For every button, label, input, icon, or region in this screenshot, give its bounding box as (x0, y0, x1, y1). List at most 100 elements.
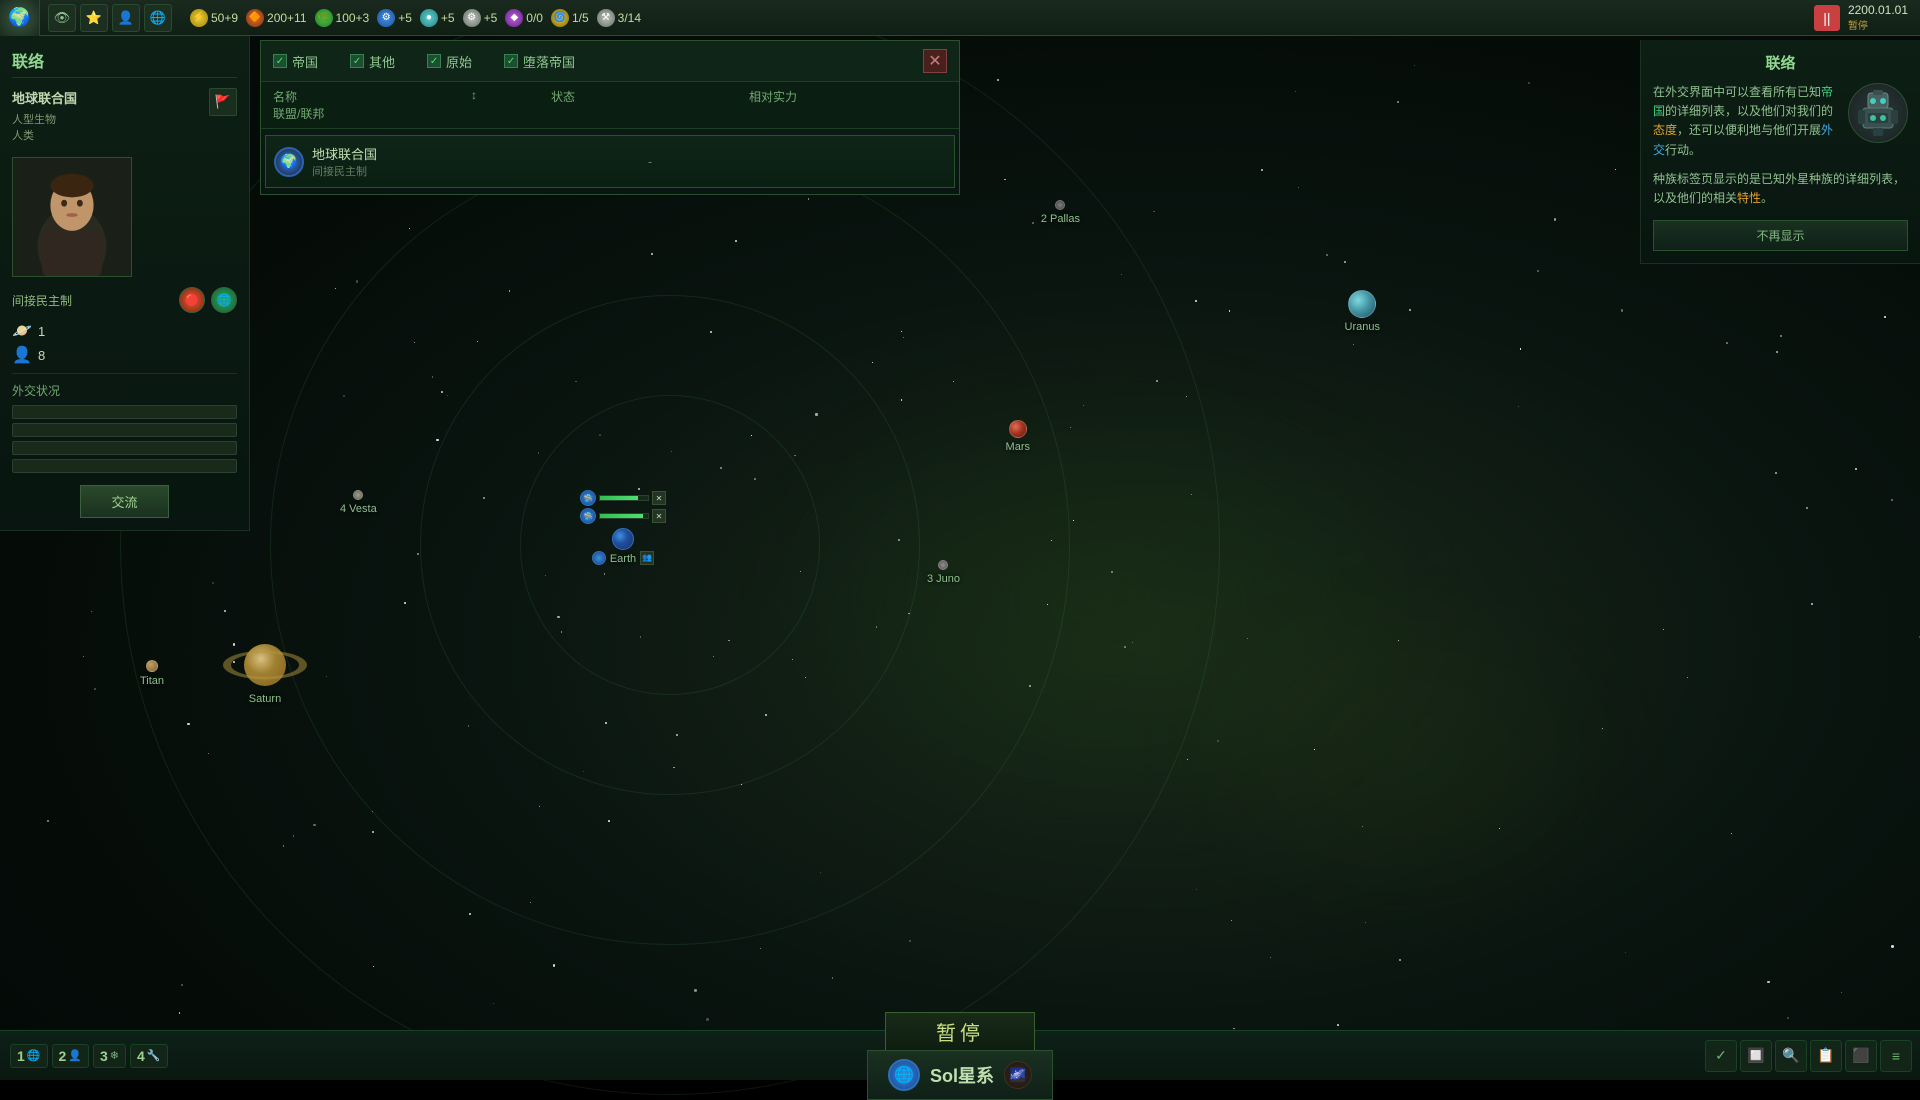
unit-health-bar-1 (599, 495, 649, 501)
species-name: 人类 (12, 127, 77, 143)
earth-label-row: Earth 👥 (592, 550, 654, 565)
col-alliance: 联盟/联邦 (273, 105, 471, 122)
pause-banner: 暂停 (885, 1012, 1035, 1050)
res-food: 🌿 100+3 (315, 9, 370, 27)
filter-empire[interactable]: ✓ 帝国 (273, 52, 318, 71)
bottom-group-4[interactable]: 4 🔧 (130, 1044, 168, 1068)
unity-value: 1/5 (572, 11, 589, 25)
right-panel-text2: 种族标签页显示的是已知外星种族的详细列表，以及他们的相关特性。 (1653, 170, 1908, 208)
consumer-icon: ● (420, 9, 438, 27)
diplo-status-title: 外交状况 (12, 373, 237, 399)
top-bar: 🌍 👁 ⭐ 👤 🌐 ⚡ 50+9 🔶 200+11 🌿 100+3 ⚙ +5 ●… (0, 0, 1920, 36)
bottom-group-1[interactable]: 1 🌐 (10, 1044, 48, 1068)
alloys-value: +5 (484, 11, 498, 25)
pallas-asteroid[interactable]: 2 Pallas (1041, 200, 1080, 225)
group-4-icon: 🔧 (147, 1049, 161, 1062)
empire-flag-2: 🌐 (211, 287, 237, 313)
titan-moon[interactable]: Titan (140, 660, 164, 687)
group-1-icon: 🌐 (27, 1049, 41, 1062)
table-row[interactable]: 🌍 地球联合国 间接民主制 - (265, 135, 955, 188)
earth-planet-body[interactable] (612, 528, 634, 550)
diplo-bar-1 (12, 405, 237, 419)
br-icon-6[interactable]: ≡ (1880, 1040, 1912, 1072)
minerals-icon: 🔶 (246, 9, 264, 27)
right-panel-avatar (1848, 83, 1908, 143)
diplo-empire-name: 地球联合国 (312, 144, 377, 163)
uranus-body (1348, 290, 1376, 318)
modal-close-button[interactable]: ✕ (923, 49, 947, 73)
diplomacy-modal: ✓ 帝国 ✓ 其他 ✓ 原始 ✓ 堕落帝国 ✕ 名称 ↕ 状态 相对实力 联盟/… (260, 40, 960, 195)
food-icon: 🌿 (315, 9, 333, 27)
col-name: 名称 (273, 88, 471, 105)
planet-stat-value: 1 (38, 324, 45, 339)
res-alloys: ⚙ +5 (463, 9, 498, 27)
br-icon-2[interactable]: 🔲 (1740, 1040, 1772, 1072)
empire-name: 地球联合国 (12, 88, 77, 107)
col-strength: 相对实力 (749, 88, 947, 105)
bottom-center: 暂停 🌐 Sol星系 🌌 (867, 1012, 1053, 1100)
titan-body (146, 660, 158, 672)
system-icon: 🌐 (888, 1059, 920, 1091)
bottom-bar: 1 🌐 2 👤 3 ❄ 4 🔧 暂停 🌐 Sol星系 🌌 ✓ 🔲 🔍 📋 ⬛ ≡ (0, 1030, 1920, 1080)
mars-planet[interactable]: Mars (1006, 420, 1030, 453)
br-icon-1[interactable]: ✓ (1705, 1040, 1737, 1072)
no-show-button[interactable]: 不再显示 (1653, 220, 1908, 251)
exchange-button[interactable]: 交流 (80, 485, 168, 518)
left-panel: 联络 地球联合国 人型生物 人类 🚩 (0, 36, 250, 531)
group-4-num: 4 (137, 1048, 145, 1064)
filter-other-check[interactable]: ✓ (350, 54, 364, 68)
empire-info: 地球联合国 人型生物 人类 🚩 (12, 88, 237, 149)
planet-stat-icon: 🪐 (12, 321, 32, 341)
filter-other[interactable]: ✓ 其他 (350, 52, 395, 71)
bottom-group-2[interactable]: 2 👤 (52, 1044, 90, 1068)
filter-fallen[interactable]: ✓ 堕落帝国 (504, 52, 575, 71)
empire-icon[interactable]: 🌍 (0, 0, 40, 36)
vesta-label: 4 Vesta (340, 503, 377, 515)
highlight-empire: 帝国 (1653, 85, 1833, 118)
nav-btn-4[interactable]: 🌐 (144, 4, 172, 32)
group-3-num: 3 (100, 1048, 108, 1064)
unit-health-fill-2 (600, 514, 643, 518)
species-type: 人型生物 (12, 111, 77, 127)
vesta-body (353, 490, 363, 500)
empire-flag-button[interactable]: 🚩 (209, 88, 237, 116)
diplo-name-gov: 地球联合国 间接民主制 (312, 144, 377, 179)
group-2-num: 2 (59, 1048, 67, 1064)
saturn-label: Saturn (249, 693, 281, 705)
gov-row: 间接民主制 🔴 🌐 (12, 283, 237, 313)
col-sort[interactable]: ↕ (471, 88, 551, 105)
left-panel-title: 联络 (12, 48, 237, 78)
col-status: 状态 (551, 88, 749, 105)
bottom-group-3[interactable]: 3 ❄ (93, 1044, 126, 1068)
br-icon-5[interactable]: ⬛ (1845, 1040, 1877, 1072)
pallas-body (1055, 200, 1065, 210)
filter-empire-check[interactable]: ✓ (273, 54, 287, 68)
date-display: 2200.01.01 (1848, 3, 1908, 17)
unit-icon-1: 🛸 (580, 490, 596, 506)
br-icon-3[interactable]: 🔍 (1775, 1040, 1807, 1072)
saturn-planet[interactable]: Saturn (220, 640, 310, 705)
filter-fallen-check[interactable]: ✓ (504, 54, 518, 68)
juno-asteroid[interactable]: 3 Juno (927, 560, 960, 585)
pop-stat-value: 8 (38, 348, 45, 363)
br-icon-4[interactable]: 📋 (1810, 1040, 1842, 1072)
nav-btn-3[interactable]: 👤 (112, 4, 140, 32)
earth-system[interactable]: 🛸 ✕ 🛸 ✕ Earth 👥 (580, 490, 666, 565)
unit-icon-2: 🛸 (580, 508, 596, 524)
engineering-value: +5 (398, 11, 412, 25)
nav-btn-2[interactable]: ⭐ (80, 4, 108, 32)
uranus-planet[interactable]: Uranus (1345, 290, 1380, 333)
filter-primitive[interactable]: ✓ 原始 (427, 52, 472, 71)
empire-portrait[interactable] (12, 157, 132, 277)
diplo-bar-2 (12, 423, 237, 437)
filter-primitive-check[interactable]: ✓ (427, 54, 441, 68)
pause-button[interactable]: || (1814, 5, 1840, 31)
nav-btn-1[interactable]: 👁 (48, 4, 76, 32)
empire-stats: 🪐 1 👤 8 (12, 321, 237, 365)
vesta-asteroid[interactable]: 4 Vesta (340, 490, 377, 515)
table-body: 🌍 地球联合国 间接民主制 - (261, 129, 959, 194)
alloys-icon: ⚙ (463, 9, 481, 27)
highlight-traits: 特性 (1737, 191, 1761, 205)
system-display[interactable]: 🌐 Sol星系 🌌 (867, 1050, 1053, 1100)
planet-stat-row: 🪐 1 (12, 321, 237, 341)
